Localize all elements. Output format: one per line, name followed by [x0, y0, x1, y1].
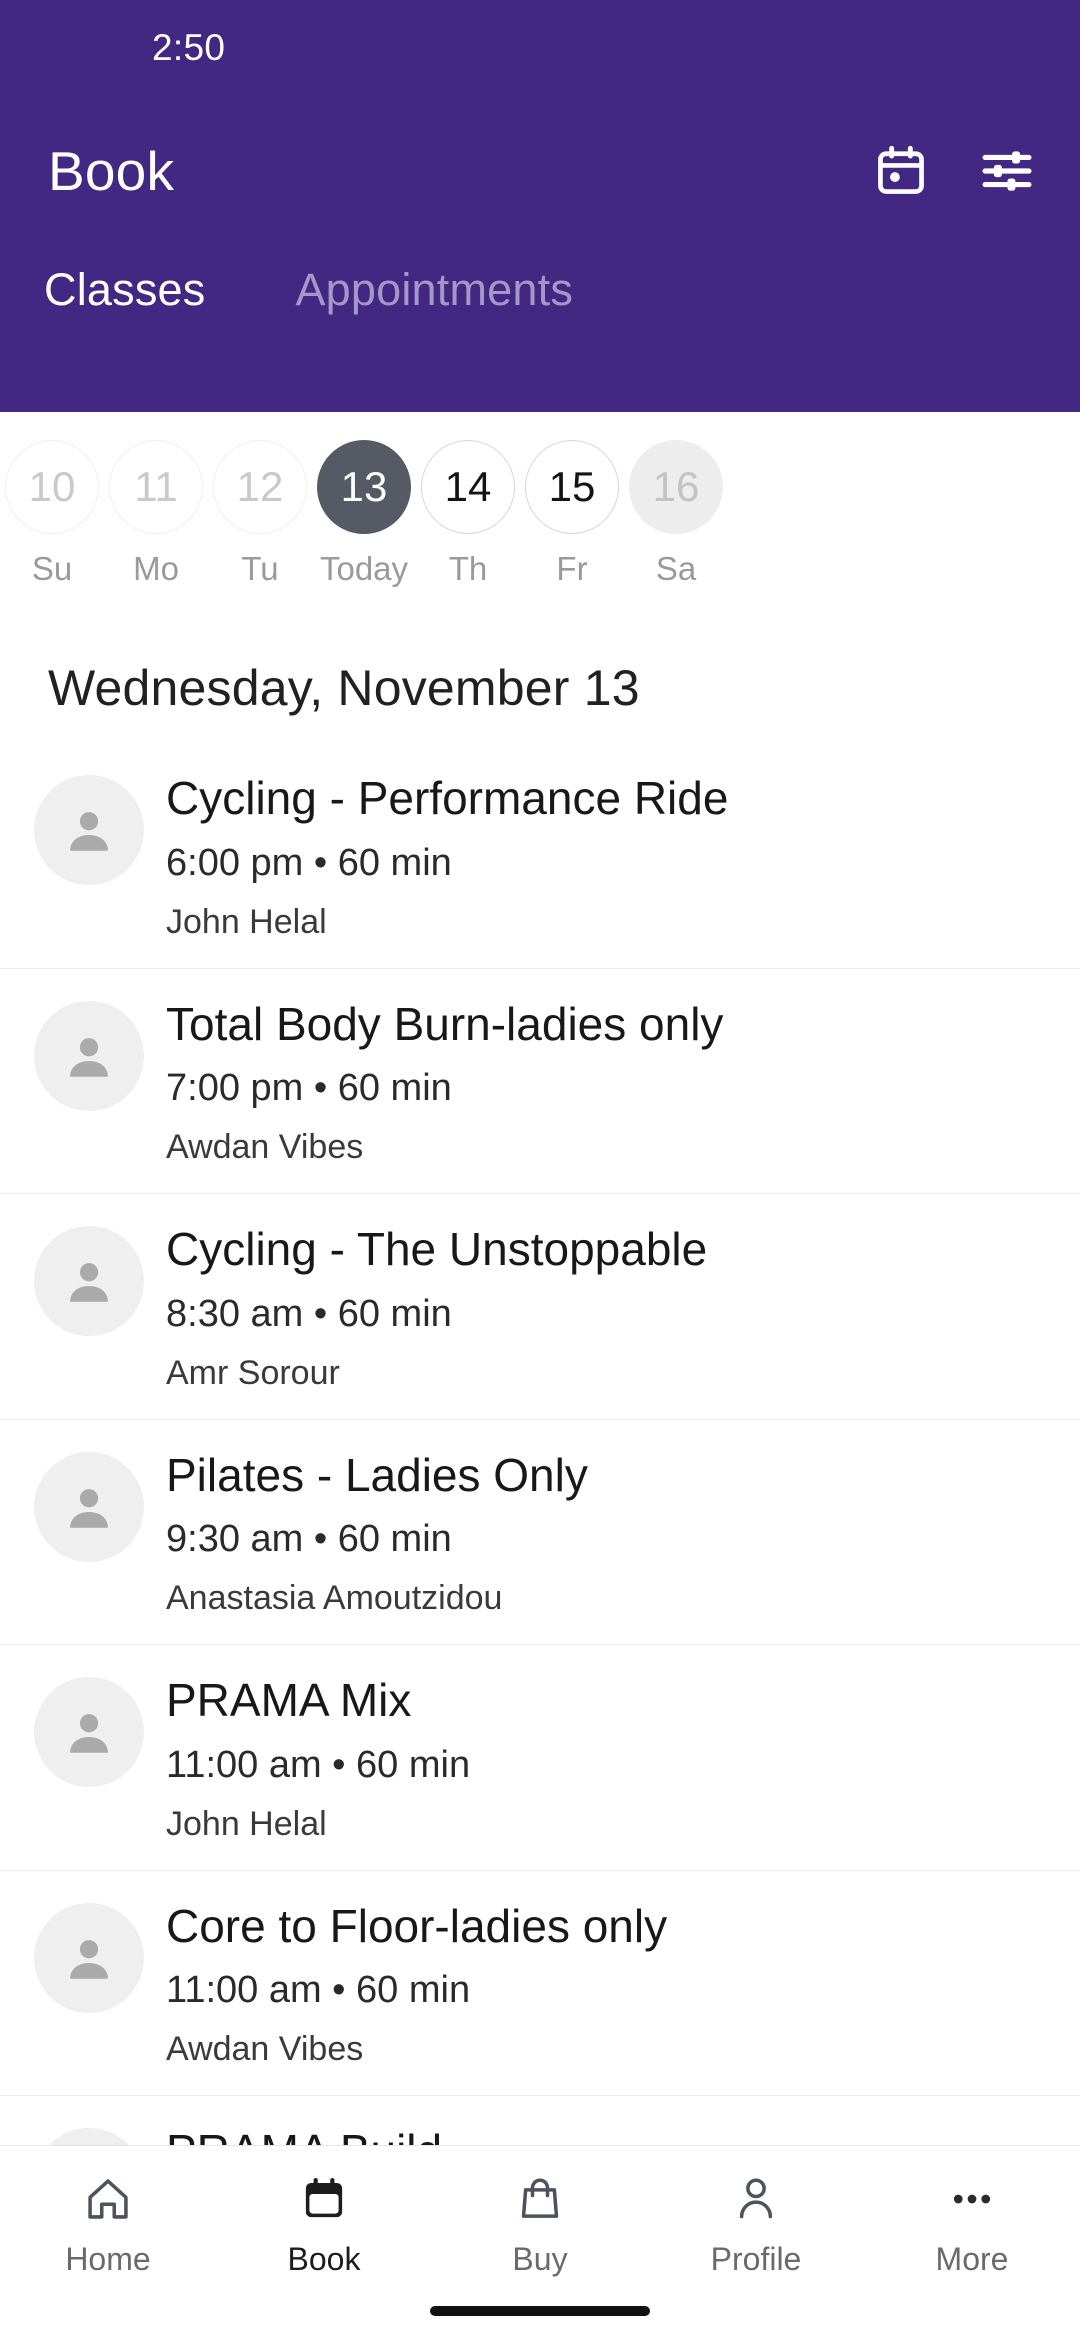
- app-screen: 2:50 Book Classes Appointments 10 Su 11 …: [0, 0, 1080, 2340]
- nav-item-label: Profile: [710, 2241, 802, 2277]
- class-time-duration: 11:00 am • 60 min: [166, 1743, 471, 1786]
- date-chip-weekday: Su: [31, 550, 73, 587]
- filter-sliders-icon[interactable]: [976, 140, 1038, 202]
- class-info: Total Body Burn-ladies only 7:00 pm • 60…: [166, 997, 1080, 1168]
- nav-item-buy[interactable]: Buy: [432, 2168, 648, 2278]
- class-name: Cycling - Performance Ride: [166, 772, 729, 824]
- calendar-icon[interactable]: [870, 140, 932, 202]
- date-chip-16[interactable]: 16 Sa: [624, 440, 728, 588]
- instructor-avatar: [34, 775, 144, 885]
- class-time-duration: 11:00 am • 60 min: [166, 1969, 471, 2012]
- class-time-duration: 8:30 am • 60 min: [166, 1292, 452, 1335]
- class-list-item[interactable]: Cycling - The Unstoppable 8:30 am • 60 m…: [0, 1194, 1080, 1420]
- class-list-item[interactable]: Total Body Burn-ladies only 7:00 pm • 60…: [0, 969, 1080, 1195]
- date-chip-12[interactable]: 12 Tu: [208, 440, 312, 588]
- class-name: Pilates - Ladies Only: [166, 1448, 588, 1501]
- date-chip-number: 11: [109, 440, 203, 534]
- date-chip-weekday: Th: [448, 550, 488, 587]
- bag-icon: [515, 2168, 565, 2230]
- class-list[interactable]: Cycling - Performance Ride 6:00 pm • 60 …: [0, 743, 1080, 2145]
- selected-day-heading: Wednesday, November 13: [48, 660, 640, 716]
- class-info: PRAMA Build: [166, 2126, 1080, 2145]
- instructor-avatar: [34, 1451, 144, 1562]
- nav-item-label: Buy: [512, 2241, 568, 2277]
- class-list-item[interactable]: Core to Floor-ladies only 11:00 am • 60 …: [0, 1871, 1080, 2097]
- class-list-item[interactable]: Pilates - Ladies Only 9:30 am • 60 min A…: [0, 1420, 1080, 1646]
- class-info: PRAMA Mix 11:00 am • 60 min John Helal: [166, 1675, 1080, 1844]
- class-instructor: Awdan Vibes: [166, 1128, 364, 1167]
- class-info: Pilates - Ladies Only 9:30 am • 60 min A…: [166, 1448, 1080, 1619]
- class-instructor: Awdan Vibes: [166, 2030, 364, 2069]
- app-bar-actions: [870, 140, 1038, 202]
- class-time-duration: 7:00 pm • 60 min: [166, 1067, 452, 1110]
- tab-classes[interactable]: Classes: [30, 258, 219, 322]
- date-chip-number: 12: [213, 440, 307, 534]
- class-name: Total Body Burn-ladies only: [166, 997, 724, 1050]
- instructor-avatar: [34, 1677, 144, 1788]
- nav-item-label: More: [935, 2241, 1009, 2277]
- page-title: Book: [48, 140, 175, 202]
- nav-item-label: Book: [287, 2241, 361, 2277]
- app-header: 2:50 Book Classes Appointments: [0, 0, 1080, 412]
- date-chip-number: 15: [525, 440, 619, 534]
- date-chip-weekday: Sa: [655, 550, 697, 587]
- class-list-item[interactable]: PRAMA Mix 11:00 am • 60 min John Helal: [0, 1645, 1080, 1871]
- class-list-item[interactable]: Cycling - Performance Ride 6:00 pm • 60 …: [0, 743, 1080, 969]
- nav-item-label: Home: [65, 2241, 151, 2277]
- instructor-avatar: [34, 1902, 144, 2013]
- date-chip-number: 16: [629, 440, 723, 534]
- instructor-avatar: [34, 2128, 144, 2145]
- nav-item-home[interactable]: Home: [0, 2168, 216, 2278]
- app-bar: Book: [0, 96, 1080, 246]
- class-name: Cycling - The Unstoppable: [166, 1223, 708, 1276]
- ellipsis-icon: [947, 2168, 997, 2230]
- class-time-duration: 9:30 am • 60 min: [166, 1518, 452, 1561]
- date-chip-number: 13: [317, 440, 411, 534]
- class-name: Core to Floor-ladies only: [166, 1899, 668, 1952]
- instructor-avatar: [34, 1226, 144, 1337]
- date-chip-11[interactable]: 11 Mo: [104, 440, 208, 588]
- class-instructor: Amr Sorour: [166, 1353, 340, 1392]
- class-instructor: Anastasia Amoutzidou: [166, 1579, 503, 1618]
- class-list-item-partial[interactable]: PRAMA Build: [0, 2096, 1080, 2145]
- date-chip-weekday: Mo: [133, 550, 179, 587]
- tab-bar: Classes Appointments: [0, 258, 1080, 322]
- class-name: PRAMA Mix: [166, 1674, 412, 1727]
- instructor-avatar: [34, 1000, 144, 1111]
- class-info: Cycling - The Unstoppable 8:30 am • 60 m…: [166, 1224, 1080, 1393]
- date-chip-weekday: Fr: [556, 550, 588, 587]
- status-bar: 2:50: [0, 0, 1080, 96]
- class-name: PRAMA Build: [166, 2126, 1056, 2145]
- class-time-duration: 6:00 pm • 60 min: [166, 841, 452, 884]
- date-chip-weekday: Tu: [241, 550, 279, 587]
- date-chip-14[interactable]: 14 Th: [416, 440, 520, 588]
- person-icon: [731, 2168, 781, 2230]
- nav-item-more[interactable]: More: [864, 2168, 1080, 2278]
- tab-appointments[interactable]: Appointments: [281, 258, 587, 322]
- date-chip-number: 14: [421, 440, 515, 534]
- class-info: Core to Floor-ladies only 11:00 am • 60 …: [166, 1899, 1080, 2070]
- date-chip-13-selected[interactable]: 13 Today: [312, 440, 416, 588]
- nav-item-book[interactable]: Book: [216, 2168, 432, 2278]
- home-indicator-bar[interactable]: [430, 2306, 650, 2316]
- date-chip-10[interactable]: 10 Su: [0, 440, 104, 588]
- class-instructor: John Helal: [166, 902, 327, 941]
- date-chip-number: 10: [5, 440, 99, 534]
- class-instructor: John Helal: [166, 1804, 327, 1843]
- home-icon: [83, 2168, 133, 2230]
- date-strip[interactable]: 10 Su 11 Mo 12 Tu 13 Today 14 Th 15 Fr 1…: [0, 412, 1080, 637]
- nav-item-profile[interactable]: Profile: [648, 2168, 864, 2278]
- class-info: Cycling - Performance Ride 6:00 pm • 60 …: [166, 772, 1080, 942]
- date-chip-15[interactable]: 15 Fr: [520, 440, 624, 588]
- status-bar-clock: 2:50: [152, 27, 226, 68]
- date-chip-weekday: Today: [319, 550, 409, 587]
- calendar-icon: [299, 2168, 349, 2230]
